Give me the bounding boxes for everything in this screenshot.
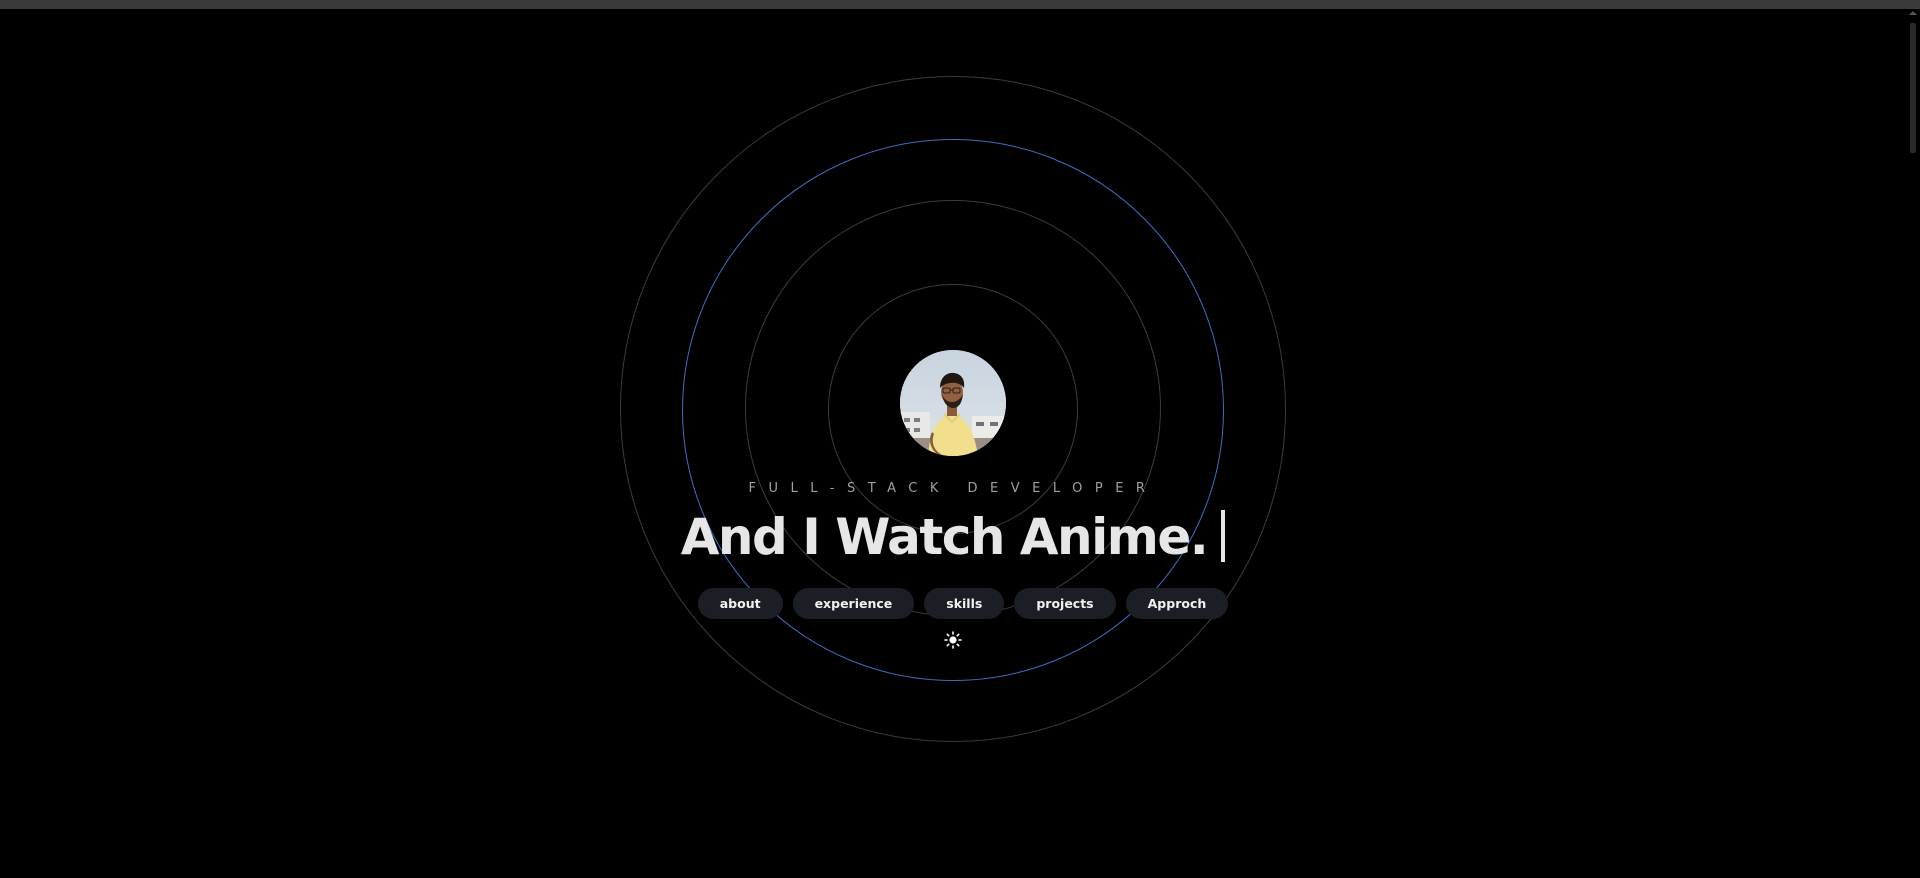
sun-icon [944, 631, 962, 649]
typing-cursor [1221, 510, 1226, 562]
theme-toggle-button[interactable] [944, 631, 962, 649]
profile-avatar [900, 350, 1006, 456]
nav-about-button[interactable]: about [697, 588, 783, 619]
nav-experience-button[interactable]: experience [792, 588, 915, 619]
section-nav: about experience skills projects Approch [0, 588, 1920, 619]
page-scrollbar[interactable] [1906, 9, 1920, 878]
typed-text: And I Watch Anime. [680, 508, 1209, 566]
scrollbar-thumb[interactable] [1910, 23, 1916, 153]
role-subtitle: FULL-STACK DEVELOPER [748, 481, 1158, 496]
nav-skills-button[interactable]: skills [924, 588, 1005, 619]
browser-top-bar [0, 0, 1920, 9]
nav-projects-button[interactable]: projects [1014, 588, 1116, 619]
scroll-up-arrow-icon[interactable] [1909, 11, 1917, 15]
hero-headline: And I Watch Anime. [660, 508, 1246, 566]
nav-approch-button[interactable]: Approch [1125, 588, 1229, 619]
